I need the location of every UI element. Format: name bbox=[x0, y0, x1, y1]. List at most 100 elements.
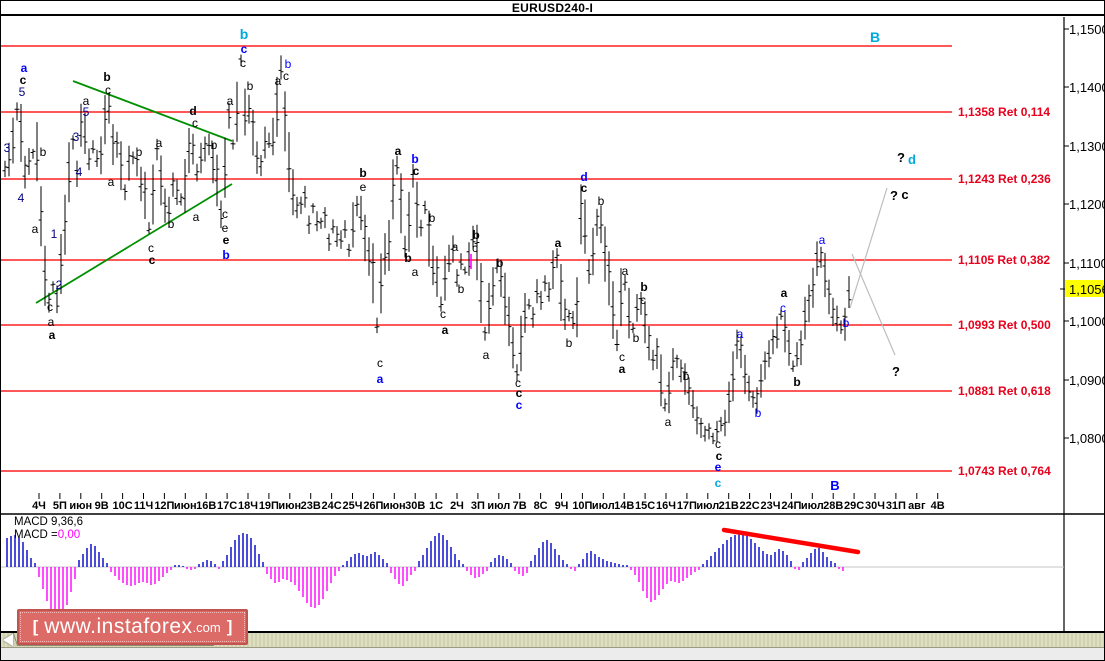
wave-label: a bbox=[395, 144, 402, 158]
y-axis-label: 1,1000 bbox=[1069, 314, 1105, 329]
wave-label: b bbox=[843, 316, 850, 330]
x-axis-label: 9Ч bbox=[555, 500, 569, 512]
x-axis-label: 2Ч bbox=[450, 500, 464, 512]
wave-label: b bbox=[640, 280, 647, 294]
x-axis-label: июн bbox=[174, 500, 197, 512]
wave-label: c bbox=[240, 56, 246, 70]
wave-label: c bbox=[241, 42, 248, 56]
x-axis-label: 17П bbox=[677, 500, 697, 512]
x-axis-label: 26П bbox=[363, 500, 383, 512]
y-axis: 1,1500 1,1400 1,1300 1,1200 1,1100 1,1000 1,09… bbox=[1063, 17, 1105, 631]
wave-label: c bbox=[640, 293, 646, 307]
price-chart-canvas[interactable]: 1,1358 Ret 0,114 1,1243 Ret 0,236 1,1105 R… bbox=[1, 1, 1105, 661]
wave-label: a bbox=[48, 315, 55, 329]
wave-label: c bbox=[440, 307, 446, 321]
y-axis-label: 1,1500 bbox=[1069, 22, 1105, 37]
x-axis-label: июн bbox=[383, 500, 406, 512]
x-axis-label: июл bbox=[487, 500, 510, 512]
wave-label: ? bbox=[892, 364, 900, 379]
wave-label: b bbox=[247, 79, 254, 93]
wave-label: a bbox=[227, 94, 234, 108]
wave-label: b bbox=[497, 256, 504, 270]
wave-label: 4 bbox=[18, 191, 25, 205]
macd-settings-label: MACD 9,36,6 bbox=[14, 516, 83, 528]
x-axis-label: 5П bbox=[53, 500, 67, 512]
x-axis-label: 14В bbox=[614, 500, 634, 512]
x-axis-label: 31П bbox=[886, 500, 906, 512]
wave-label: b bbox=[472, 228, 479, 242]
trendline[interactable] bbox=[72, 80, 233, 142]
wave-label: c bbox=[715, 476, 722, 490]
x-axis-label: 17С bbox=[217, 500, 237, 512]
macd-value-label: MACD =0,00 bbox=[14, 529, 80, 541]
x-axis-label: 8С bbox=[534, 500, 548, 512]
y-axis-label: 1,1100 bbox=[1069, 256, 1105, 271]
wave-label: c bbox=[222, 207, 228, 221]
x-axis-label: июн bbox=[278, 500, 301, 512]
wave-label: b bbox=[755, 406, 762, 420]
ohlc-bars-path bbox=[2, 54, 852, 445]
wave-label: b bbox=[404, 251, 411, 265]
wave-label: 2 bbox=[56, 278, 63, 292]
watermark-url: www.instaforex bbox=[44, 615, 193, 638]
wave-label: a bbox=[377, 372, 384, 386]
wave-label: b bbox=[683, 369, 690, 383]
wave-label: a bbox=[781, 286, 788, 300]
x-axis-label: 9В bbox=[95, 500, 109, 512]
fib-label: 1,0993 Ret 0,500 bbox=[958, 318, 1051, 332]
green-trendlines[interactable] bbox=[35, 80, 233, 304]
y-axis-label: 1,1200 bbox=[1069, 197, 1105, 212]
wave-label: a bbox=[819, 233, 826, 247]
x-axis-label: 18Ч bbox=[238, 500, 258, 512]
x-axis-label: 4В bbox=[931, 500, 945, 512]
wave-label: a bbox=[49, 328, 56, 342]
wave-label: ? bbox=[890, 188, 898, 203]
x-axis-label: 21В bbox=[719, 500, 739, 512]
fib-label: 1,1358 Ret 0,114 bbox=[958, 105, 1050, 119]
wave-label: b bbox=[598, 194, 605, 208]
fib-retracement-lines[interactable]: 1,1358 Ret 0,114 1,1243 Ret 0,236 1,1105 R… bbox=[1, 45, 1051, 478]
price-bars bbox=[2, 54, 852, 445]
wave-label: b bbox=[566, 336, 573, 350]
x-axis-label: июн bbox=[69, 500, 92, 512]
x-axis-label: 16В bbox=[196, 500, 216, 512]
wave-label: b bbox=[211, 138, 218, 152]
x-axis-label: 24П bbox=[781, 500, 801, 512]
wave-label: a bbox=[483, 348, 490, 362]
wave-label: a bbox=[619, 362, 626, 376]
wave-label: a bbox=[555, 236, 562, 250]
wave-label: b bbox=[136, 145, 143, 159]
x-axis-label: 12П bbox=[154, 500, 174, 512]
y-axis-label: 1,1400 bbox=[1069, 80, 1105, 95]
x-axis-label: 10П bbox=[572, 500, 592, 512]
wave-label: b bbox=[793, 375, 800, 389]
wave-label: B bbox=[830, 478, 839, 493]
wave-label: c bbox=[283, 69, 289, 83]
tab-scroll-left-icon[interactable] bbox=[3, 634, 13, 646]
x-axis-label: 11Ч bbox=[134, 500, 153, 512]
projection-line[interactable] bbox=[849, 187, 888, 309]
x-axis-label: июл bbox=[592, 500, 615, 512]
projection-line[interactable] bbox=[851, 253, 896, 356]
projection-lines[interactable] bbox=[849, 187, 896, 356]
x-axis-label: 1С bbox=[429, 500, 443, 512]
fib-label: 1,0743 Ret 0,764 bbox=[958, 464, 1051, 478]
x-axis-label: 22С bbox=[740, 500, 760, 512]
wave-label: a bbox=[452, 240, 459, 254]
wave-label: a bbox=[665, 415, 672, 429]
wave-label: b bbox=[429, 211, 436, 225]
wave-label: c bbox=[192, 116, 198, 130]
macd-trendline[interactable] bbox=[721, 527, 861, 555]
wave-label: e bbox=[715, 460, 722, 474]
x-axis-label: 30Ч bbox=[865, 500, 885, 512]
x-axis-label: 15С bbox=[635, 500, 655, 512]
x-axis-label: 24С bbox=[322, 500, 342, 512]
y-axis-label: 1,0900 bbox=[1069, 373, 1105, 388]
wave-label: b bbox=[222, 248, 229, 262]
x-axis-label: 29С bbox=[844, 500, 864, 512]
wave-label: b bbox=[633, 331, 640, 345]
x-axis-label: 4Ч bbox=[32, 500, 46, 512]
wave-label: e bbox=[360, 180, 367, 194]
wave-label: b bbox=[458, 282, 465, 296]
x-axis-label: 23В bbox=[301, 500, 321, 512]
